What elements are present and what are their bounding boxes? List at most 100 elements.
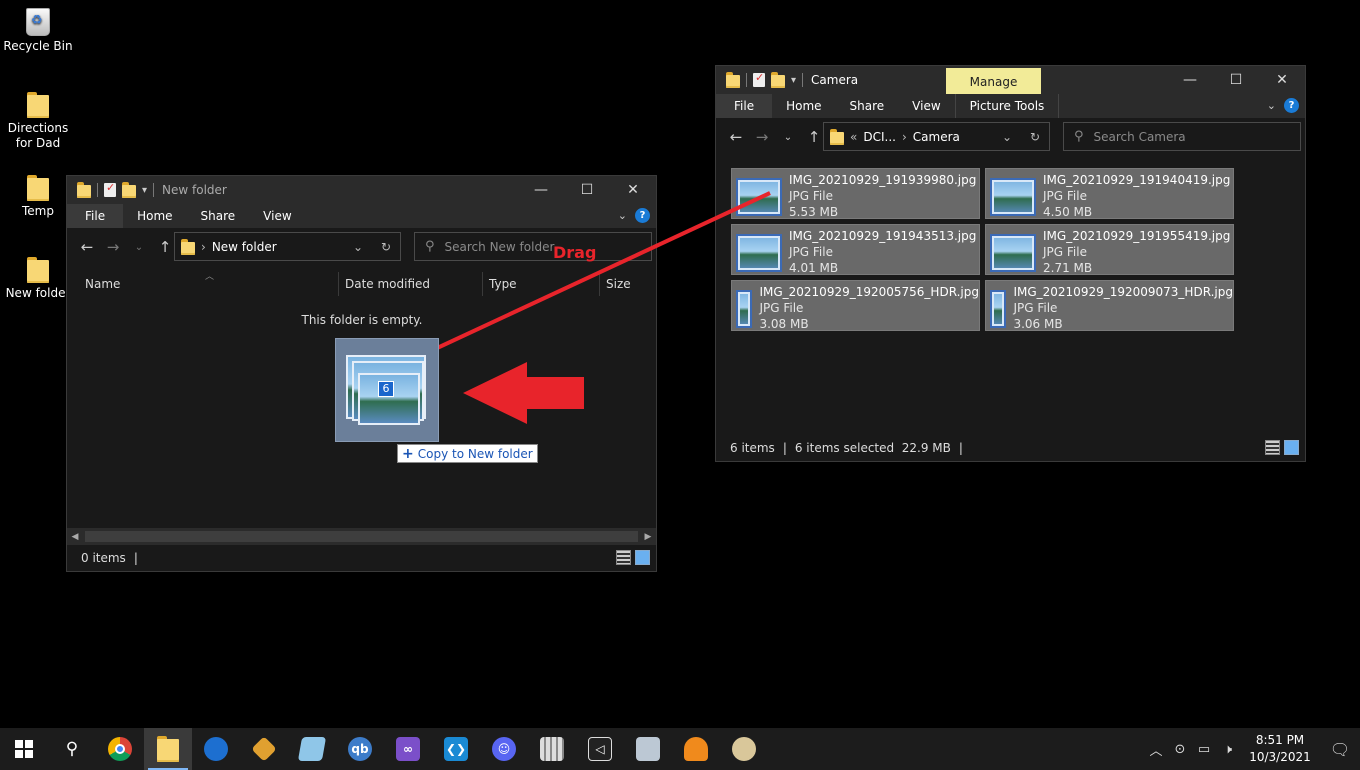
forward-button[interactable]: →	[750, 128, 774, 146]
recent-locations-icon[interactable]: ⌄	[127, 242, 151, 253]
details-view-icon[interactable]	[1265, 440, 1280, 455]
breadcrumb-parent[interactable]: DCI...	[863, 130, 896, 144]
tab-home[interactable]: Home	[772, 94, 835, 118]
scroll-left-icon[interactable]: ◀	[67, 532, 83, 542]
file-tile[interactable]: IMG_20210929_191940419.jpg JPG File 4.50…	[985, 168, 1234, 219]
horizontal-scrollbar[interactable]: ◀ ▶	[67, 528, 656, 545]
search-box[interactable]: ⚲ Search Camera	[1063, 122, 1301, 151]
taskbar-vscode[interactable]: ❮❯	[432, 728, 480, 770]
title-bar[interactable]: ▾ Camera Manage — ☐ ✕	[716, 66, 1305, 95]
taskbar-fl-studio[interactable]	[672, 728, 720, 770]
close-button[interactable]: ✕	[1259, 66, 1305, 94]
taskbar-file-explorer[interactable]	[144, 728, 192, 770]
title-bar[interactable]: ▾ New folder — ☐ ✕	[67, 176, 656, 204]
app-icon	[251, 736, 277, 762]
file-tile[interactable]: IMG_20210929_192009073_HDR.jpg JPG File …	[985, 280, 1234, 331]
file-size: 3.06 MB	[1013, 317, 1063, 331]
breadcrumb-current[interactable]: Camera	[913, 130, 960, 144]
tab-home[interactable]: Home	[123, 204, 186, 228]
address-dropdown-icon[interactable]: ⌄	[993, 130, 1021, 144]
large-icons-view-icon[interactable]	[635, 550, 650, 565]
tab-file[interactable]: File	[716, 94, 773, 118]
taskbar-unity[interactable]: ◁	[576, 728, 624, 770]
maximize-button[interactable]: ☐	[1213, 66, 1259, 94]
taskbar-chrome[interactable]	[96, 728, 144, 770]
file-tile[interactable]: IMG_20210929_191955419.jpg JPG File 2.71…	[985, 224, 1234, 275]
scrollbar-thumb[interactable]	[85, 531, 638, 542]
taskbar-discord[interactable]: ☺	[480, 728, 528, 770]
taskbar-edge[interactable]	[192, 728, 240, 770]
clock[interactable]: 8:51 PM 10/3/2021	[1240, 732, 1320, 766]
tab-view[interactable]: View	[898, 94, 954, 118]
scroll-right-icon[interactable]: ▶	[640, 532, 656, 542]
column-type[interactable]: Type	[483, 272, 600, 296]
visual-studio-icon: ∞	[396, 737, 420, 761]
file-type: JPG File	[789, 245, 833, 259]
taskbar-notepad[interactable]	[288, 728, 336, 770]
properties-icon[interactable]	[753, 71, 765, 87]
overflow-breadcrumb[interactable]: «	[850, 130, 857, 144]
expand-ribbon-icon[interactable]: ⌄	[1267, 99, 1276, 112]
search-box[interactable]: ⚲ Search New folder	[414, 232, 652, 261]
tab-manage[interactable]: Manage	[946, 68, 1041, 95]
folder-icon	[830, 128, 844, 145]
taskbar-app[interactable]	[240, 728, 288, 770]
tab-share[interactable]: Share	[187, 204, 250, 228]
large-icons-view-icon[interactable]	[1284, 440, 1299, 455]
start-button[interactable]	[0, 728, 48, 770]
address-dropdown-icon[interactable]: ⌄	[344, 240, 372, 254]
forward-button[interactable]: →	[101, 238, 125, 256]
volume-icon[interactable]: 🕨	[1216, 742, 1240, 757]
quick-access-toolbar: ▾	[716, 71, 804, 88]
desktop-icon-directions-for-dad[interactable]: Directions for Dad	[0, 92, 76, 151]
taskbar-qbittorrent[interactable]: qb	[336, 728, 384, 770]
column-name[interactable]: Name	[79, 272, 339, 296]
minimize-button[interactable]: —	[1167, 66, 1213, 94]
help-icon[interactable]: ?	[635, 208, 650, 223]
file-tile[interactable]: IMG_20210929_192005756_HDR.jpg JPG File …	[731, 280, 980, 331]
new-folder-icon[interactable]	[771, 72, 785, 88]
network-icon[interactable]: ▭	[1192, 742, 1216, 757]
tab-picture-tools[interactable]: Picture Tools	[954, 94, 1060, 118]
breadcrumb-current[interactable]: New folder	[212, 240, 277, 254]
refresh-icon[interactable]: ↻	[372, 240, 400, 254]
details-view-icon[interactable]	[616, 550, 631, 565]
back-button[interactable]: ←	[75, 238, 99, 256]
customize-dropdown-icon[interactable]: ▾	[791, 75, 796, 86]
search-button[interactable]: ⚲	[48, 728, 96, 770]
maximize-button[interactable]: ☐	[564, 176, 610, 204]
discord-icon: ☺	[492, 737, 516, 761]
column-date-modified[interactable]: Date modified	[339, 272, 483, 296]
customize-dropdown-icon[interactable]: ▾	[142, 185, 147, 196]
new-folder-icon[interactable]	[122, 182, 136, 198]
tab-share[interactable]: Share	[836, 94, 899, 118]
file-type: JPG File	[759, 301, 804, 315]
file-tile[interactable]: IMG_20210929_191943513.jpg JPG File 4.01…	[731, 224, 980, 275]
recent-locations-icon[interactable]: ⌄	[776, 132, 800, 143]
taskbar-visual-studio[interactable]: ∞	[384, 728, 432, 770]
properties-icon[interactable]	[104, 181, 116, 197]
expand-ribbon-icon[interactable]: ⌄	[618, 209, 627, 222]
address-bar[interactable]: « DCI... › Camera ⌄ ↻	[823, 122, 1050, 151]
desktop-icon-recycle-bin[interactable]: Recycle Bin	[0, 8, 76, 54]
refresh-icon[interactable]: ↻	[1021, 130, 1049, 144]
address-bar[interactable]: › New folder ⌄ ↻	[174, 232, 401, 261]
file-type: JPG File	[1013, 301, 1058, 315]
taskbar-app[interactable]	[624, 728, 672, 770]
taskbar-paint[interactable]	[720, 728, 768, 770]
close-button[interactable]: ✕	[610, 176, 656, 204]
tab-file[interactable]: File	[67, 204, 124, 228]
taskbar-calculator[interactable]	[528, 728, 576, 770]
desktop-icon-new-folder[interactable]: New folder	[0, 257, 76, 301]
column-size[interactable]: Size	[600, 272, 640, 296]
show-hidden-icons-icon[interactable]: ︿	[1144, 740, 1168, 759]
file-tile[interactable]: IMG_20210929_191939980.jpg JPG File 5.53…	[731, 168, 980, 219]
desktop-icon-temp[interactable]: Temp	[0, 175, 76, 219]
minimize-button[interactable]: —	[518, 176, 564, 204]
notification-center-icon[interactable]: 🗨	[1320, 740, 1360, 759]
meet-now-icon[interactable]: ⊙	[1168, 742, 1192, 757]
explorer-window-camera: ▾ Camera Manage — ☐ ✕ File Home Share Vi…	[715, 65, 1306, 462]
tab-view[interactable]: View	[249, 204, 305, 228]
back-button[interactable]: ←	[724, 128, 748, 146]
help-icon[interactable]: ?	[1284, 98, 1299, 113]
